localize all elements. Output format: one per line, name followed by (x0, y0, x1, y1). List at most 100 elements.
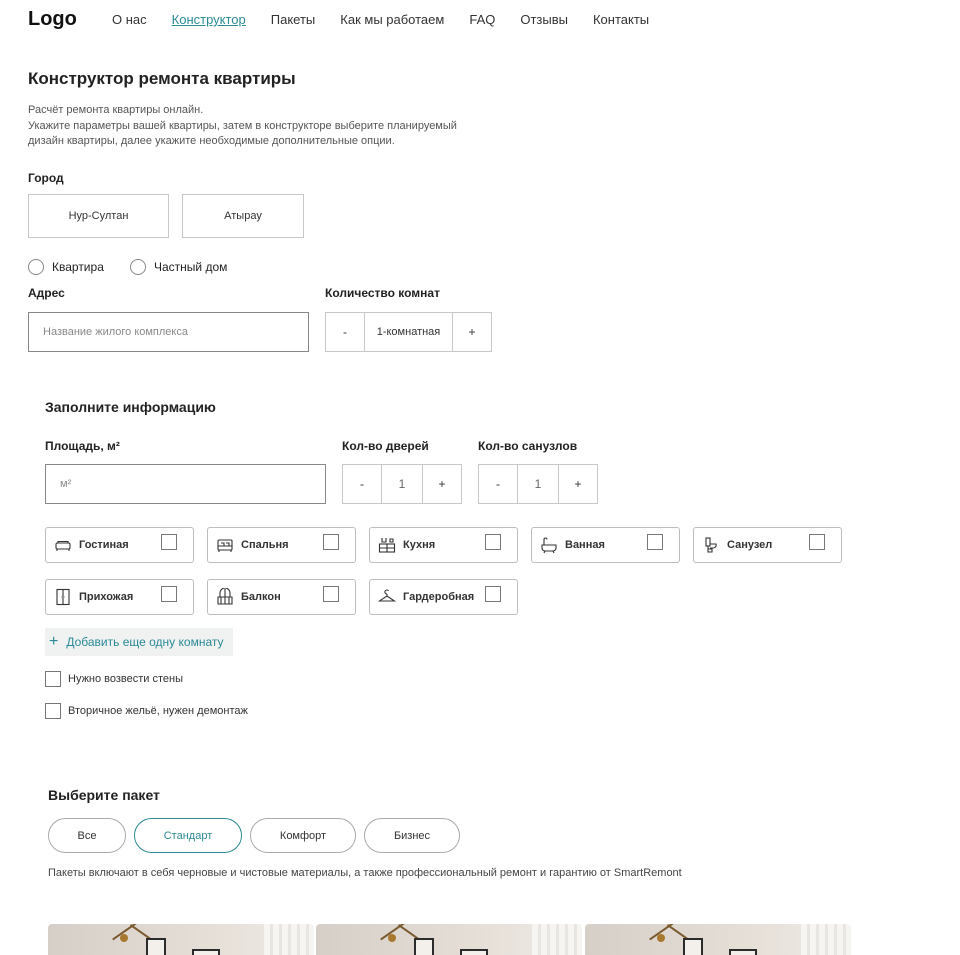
option-build-walls[interactable]: Нужно возвести стены (45, 671, 183, 687)
nav-faq[interactable]: FAQ (469, 12, 495, 27)
hanger-icon (378, 588, 396, 606)
packages-title: Выберите пакет (48, 787, 160, 803)
curtain-decoration (801, 924, 851, 955)
room-bedroom[interactable]: Спальня (207, 527, 356, 563)
rooms-count-stepper: - 1-комнатная + (325, 312, 492, 352)
rooms-plus-button[interactable]: + (452, 312, 492, 352)
bathrooms-minus-button[interactable]: - (478, 464, 518, 504)
option-label: Вторичное жельё, нужен демонтаж (68, 705, 248, 717)
plus-icon: + (49, 633, 59, 650)
room-toilet[interactable]: Санузел (693, 527, 842, 563)
intro-line: дизайн квартиры, далее укажите необходим… (28, 135, 395, 147)
package-tab-comfort[interactable]: Комфорт (250, 818, 356, 853)
room-kitchen[interactable]: Кухня (369, 527, 518, 563)
room-label: Кухня (403, 539, 436, 551)
balcony-icon (216, 588, 234, 606)
package-tab-all[interactable]: Все (48, 818, 126, 853)
site-header: Logo О нас Конструктор Пакеты Как мы раб… (0, 0, 960, 40)
nav-packages[interactable]: Пакеты (271, 12, 316, 27)
bathrooms-plus-button[interactable]: + (558, 464, 598, 504)
city-atyrau-button[interactable]: Атырау (182, 194, 304, 238)
room-label: Гостиная (79, 539, 129, 551)
room-label: Ванная (565, 539, 605, 551)
nav-contacts[interactable]: Контакты (593, 12, 649, 27)
room-checkbox[interactable] (485, 534, 501, 550)
rooms-minus-button[interactable]: - (325, 312, 365, 352)
doors-minus-button[interactable]: - (342, 464, 382, 504)
bathtub-icon (540, 536, 558, 554)
bathrooms-value: 1 (518, 464, 558, 504)
area-input[interactable] (45, 464, 326, 504)
radio-label: Частный дом (154, 260, 228, 274)
nav-about[interactable]: О нас (112, 12, 147, 27)
radio-apartment[interactable]: Квартира (28, 259, 104, 275)
lamp-decoration (657, 934, 665, 942)
wardrobe-icon (54, 588, 72, 606)
city-nur-sultan-button[interactable]: Нур-Султан (28, 194, 169, 238)
area-label: Площадь, м² (45, 439, 120, 453)
packages-note: Пакеты включают в себя черновые и чистов… (48, 867, 682, 879)
picture-frame (192, 949, 220, 955)
lamp-decoration (120, 934, 128, 942)
room-label: Санузел (727, 539, 773, 551)
picture-frame (460, 949, 488, 955)
package-tab-business[interactable]: Бизнес (364, 818, 460, 853)
picture-frame (729, 949, 757, 955)
curtain-decoration (264, 924, 314, 955)
room-label: Гардеробная (403, 591, 475, 603)
room-balcony[interactable]: Балкон (207, 579, 356, 615)
room-checkbox[interactable] (323, 586, 339, 602)
room-checkbox[interactable] (161, 534, 177, 550)
room-living[interactable]: Гостиная (45, 527, 194, 563)
toilet-icon (702, 536, 720, 554)
radio-private-house[interactable]: Частный дом (130, 259, 227, 275)
kitchen-icon (378, 536, 396, 554)
city-label: Город (28, 171, 64, 185)
info-section-title: Заполните информацию (45, 399, 216, 415)
intro-line: Расчёт ремонта квартиры онлайн. (28, 104, 204, 116)
room-checkbox[interactable] (647, 534, 663, 550)
nav-how-we-work[interactable]: Как мы работаем (340, 12, 444, 27)
room-checkbox[interactable] (485, 586, 501, 602)
lamp-decoration (388, 934, 396, 942)
rooms-count-label: Количество комнат (325, 286, 440, 300)
room-hallway[interactable]: Прихожая (45, 579, 194, 615)
logo[interactable]: Logo (28, 8, 77, 31)
package-card-image[interactable] (316, 924, 582, 955)
sofa-icon (54, 536, 72, 554)
nav-reviews[interactable]: Отзывы (520, 12, 568, 27)
room-checkbox[interactable] (161, 586, 177, 602)
bathrooms-stepper: - 1 + (478, 464, 598, 504)
curtain-decoration (532, 924, 582, 955)
option-checkbox[interactable] (45, 671, 61, 687)
picture-frame (146, 938, 166, 955)
radio-button[interactable] (130, 259, 146, 275)
room-label: Балкон (241, 591, 281, 603)
room-checkbox[interactable] (323, 534, 339, 550)
bathrooms-label: Кол-во санузлов (478, 439, 578, 453)
nav-constructor[interactable]: Конструктор (172, 12, 246, 27)
package-tab-standard[interactable]: Стандарт (134, 818, 242, 853)
radio-button[interactable] (28, 259, 44, 275)
add-room-button[interactable]: + Добавить еще одну комнату (45, 628, 233, 656)
add-room-label: Добавить еще одну комнату (66, 635, 224, 649)
doors-label: Кол-во дверей (342, 439, 429, 453)
room-bath[interactable]: Ванная (531, 527, 680, 563)
option-demolition[interactable]: Вторичное жельё, нужен демонтаж (45, 703, 248, 719)
room-dressing[interactable]: Гардеробная (369, 579, 518, 615)
picture-frame (683, 938, 703, 955)
room-checkbox[interactable] (809, 534, 825, 550)
doors-value: 1 (382, 464, 422, 504)
room-label: Прихожая (79, 591, 134, 603)
intro-line: Укажите параметры вашей квартиры, затем … (28, 119, 457, 132)
doors-plus-button[interactable]: + (422, 464, 462, 504)
option-label: Нужно возвести стены (68, 673, 184, 685)
picture-frame (414, 938, 434, 955)
address-input[interactable] (28, 312, 309, 352)
rooms-count-value: 1-комнатная (365, 312, 452, 352)
option-checkbox[interactable] (45, 703, 61, 719)
doors-stepper: - 1 + (342, 464, 462, 504)
package-card-image[interactable] (585, 924, 851, 955)
main-nav: О нас Конструктор Пакеты Как мы работаем… (112, 12, 674, 27)
package-card-image[interactable] (48, 924, 314, 955)
